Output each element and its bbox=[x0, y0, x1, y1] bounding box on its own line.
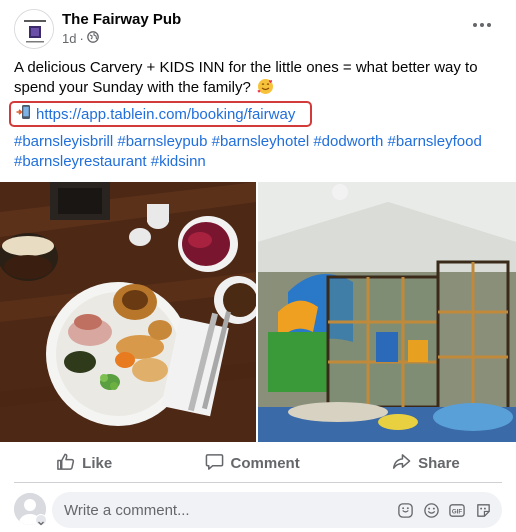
sticker-icon[interactable] bbox=[396, 501, 414, 519]
post-actions: Like Comment Share bbox=[10, 446, 506, 480]
page-name[interactable]: The Fairway Pub bbox=[62, 11, 181, 28]
share-label: Share bbox=[418, 454, 460, 472]
page-avatar[interactable] bbox=[14, 9, 54, 49]
svg-text:GIF: GIF bbox=[452, 508, 462, 515]
hashtags[interactable]: #barnsleyisbrill #barnsleypub #barnsleyh… bbox=[14, 132, 504, 172]
comment-button[interactable]: Comment bbox=[205, 452, 300, 475]
more-options-icon[interactable] bbox=[470, 15, 494, 35]
post-time[interactable]: 1d bbox=[62, 31, 76, 46]
like-label: Like bbox=[82, 454, 113, 472]
thumbs-up-icon bbox=[56, 452, 75, 475]
share-arrow-icon bbox=[392, 452, 411, 475]
photo-grid bbox=[0, 182, 516, 442]
sticker-face-icon[interactable] bbox=[474, 501, 492, 519]
post-body: A delicious Carvery + KIDS INN for the l… bbox=[14, 59, 478, 96]
kids-inn-play-area-photo[interactable] bbox=[258, 182, 516, 442]
post-meta: 1d · bbox=[62, 31, 99, 46]
phone-arrow-icon bbox=[16, 104, 32, 125]
chevron-down-icon[interactable] bbox=[35, 514, 47, 526]
booking-link-highlight: https://app.tablein.com/booking/fairway bbox=[9, 101, 312, 127]
meta-dot: · bbox=[79, 31, 84, 46]
smiling-hearts-emoji-icon bbox=[257, 78, 274, 101]
comment-composer: Write a comment... GIF bbox=[14, 490, 502, 530]
comment-tools: GIF bbox=[396, 501, 492, 519]
post-text: A delicious Carvery + KIDS INN for the l… bbox=[14, 58, 504, 101]
carvery-photo[interactable] bbox=[0, 182, 256, 442]
share-button[interactable]: Share bbox=[392, 452, 460, 475]
comment-input[interactable]: Write a comment... GIF bbox=[52, 492, 502, 528]
like-button[interactable]: Like bbox=[56, 452, 112, 475]
globe-icon bbox=[86, 31, 99, 46]
booking-link[interactable]: https://app.tablein.com/booking/fairway bbox=[36, 106, 295, 123]
comment-placeholder: Write a comment... bbox=[64, 502, 190, 519]
gif-icon[interactable]: GIF bbox=[448, 501, 466, 519]
comment-label: Comment bbox=[230, 454, 300, 472]
emoji-icon[interactable] bbox=[422, 501, 440, 519]
comment-bubble-icon bbox=[205, 452, 224, 475]
post-header: The Fairway Pub 1d · bbox=[14, 9, 502, 49]
actions-divider bbox=[14, 482, 502, 483]
